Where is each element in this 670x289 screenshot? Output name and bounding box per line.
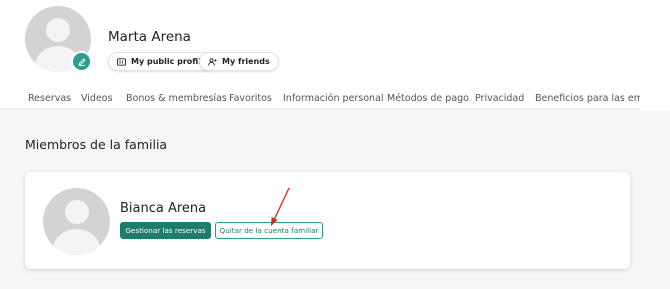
family-section-title: Miembros de la familia — [25, 137, 168, 152]
tab-favoritos[interactable]: Favoritos — [229, 93, 272, 104]
family-member-card: Bianca Arena Gestionar las reservas Quit… — [25, 172, 630, 269]
tab-videos[interactable]: Videos — [81, 93, 113, 104]
tab-informacion-personal[interactable]: Información personal — [283, 93, 384, 104]
manage-bookings-button[interactable]: Gestionar las reservas — [120, 222, 211, 239]
my-public-profile-label: My public profile — [131, 57, 207, 66]
tab-beneficios-empresas[interactable]: Beneficios para las emp — [535, 93, 640, 104]
avatar-head-shape — [65, 200, 89, 224]
avatar-head-shape — [46, 18, 70, 42]
profile-header: Marta Arena My public profile My friends… — [0, 0, 670, 111]
my-friends-button[interactable]: My friends — [199, 52, 279, 71]
member-avatar — [43, 188, 110, 255]
tabs-scrollbar-thumb[interactable] — [0, 108, 640, 110]
id-card-icon — [117, 57, 126, 66]
add-person-icon — [208, 57, 217, 65]
tab-bonos-membresias[interactable]: Bonos & membresías — [126, 93, 227, 104]
profile-name: Marta Arena — [108, 29, 191, 45]
tab-privacidad[interactable]: Privacidad — [475, 93, 524, 104]
tab-metodos-de-pago[interactable]: Métodos de pago — [387, 93, 469, 104]
avatar-body-shape — [53, 229, 100, 255]
edit-avatar-button[interactable] — [71, 51, 92, 72]
profile-tabs: Reservas Videos Bonos & membresías Favor… — [0, 91, 640, 107]
pencil-icon — [78, 58, 85, 66]
my-friends-label: My friends — [222, 57, 270, 66]
tab-reservas[interactable]: Reservas — [28, 93, 71, 104]
tabs-scrollbar[interactable] — [0, 107, 670, 111]
annotation-arrow — [271, 187, 290, 226]
member-name: Bianca Arena — [120, 201, 207, 216]
